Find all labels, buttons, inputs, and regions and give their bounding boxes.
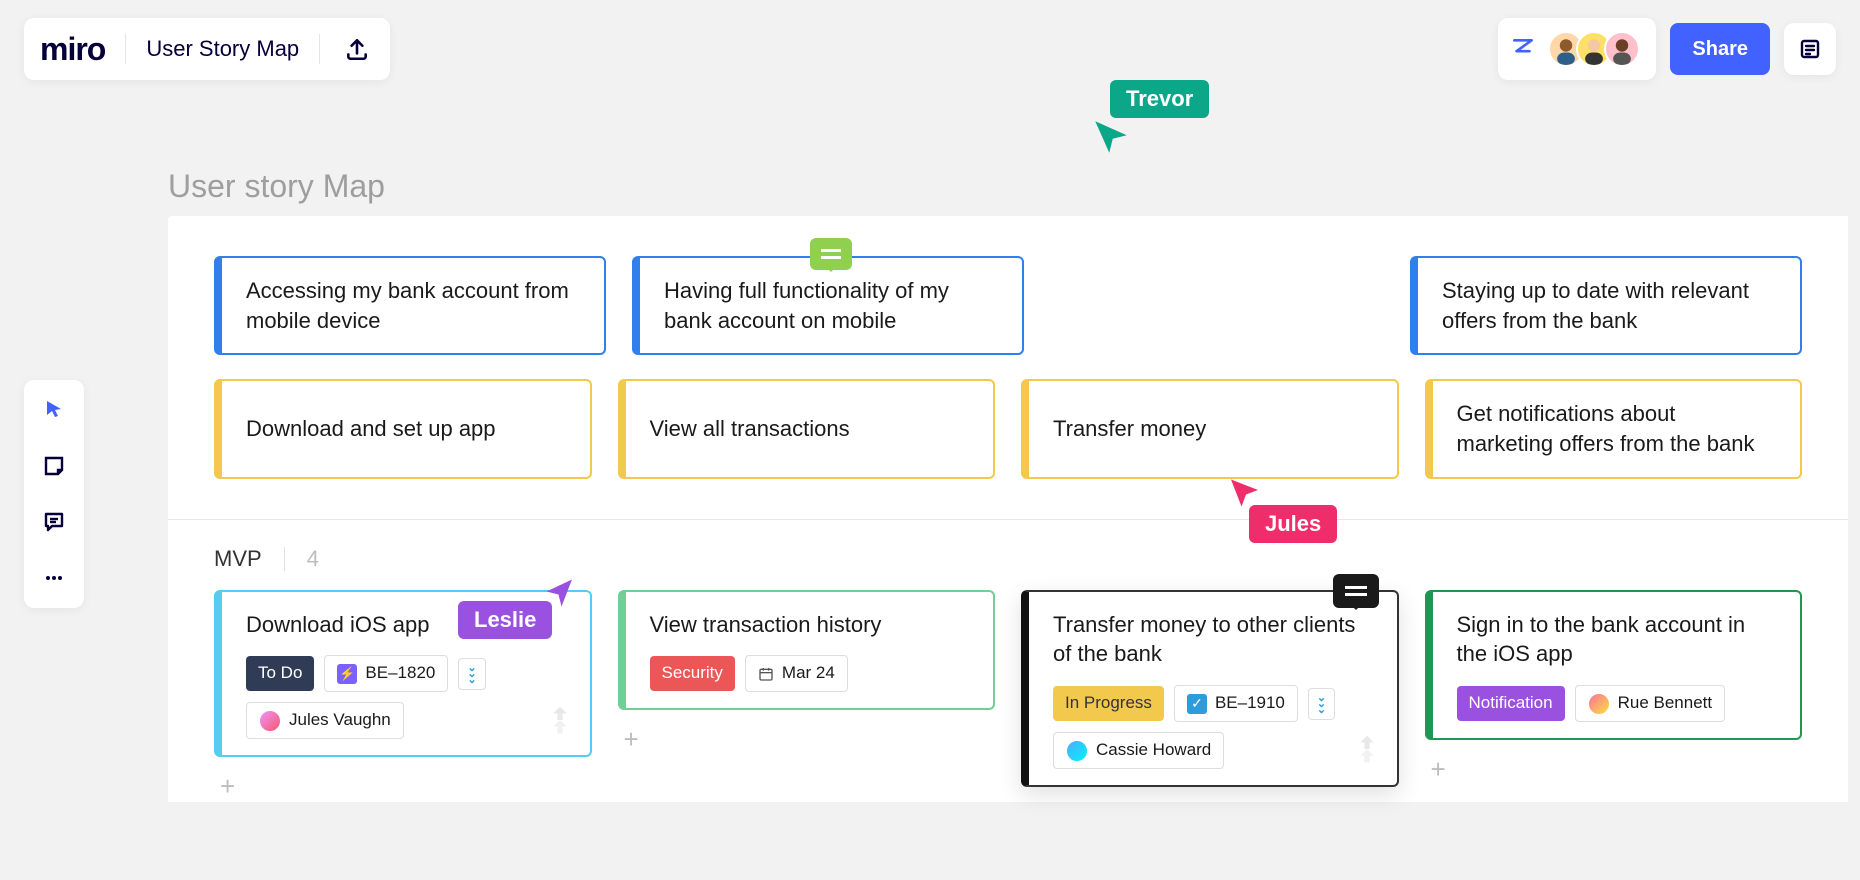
step-card[interactable]: View all transactions	[618, 379, 996, 478]
more-tools[interactable]	[38, 562, 70, 594]
bolt-icon: ⚡	[337, 664, 357, 684]
panel-icon	[1798, 37, 1822, 61]
board-title[interactable]: User Story Map	[146, 36, 299, 62]
export-button[interactable]	[340, 32, 374, 66]
facilitation-icon[interactable]	[1510, 36, 1536, 62]
add-card-button[interactable]: +	[1425, 740, 1803, 785]
collaborator-cursor-trevor: Trevor	[1110, 80, 1209, 158]
add-card-button[interactable]: +	[618, 710, 996, 755]
date-chip[interactable]: Mar 24	[745, 655, 848, 692]
collaborator-cursor-jules: Jules	[1225, 475, 1337, 543]
task-title: View transaction history	[650, 610, 970, 640]
miro-logo: miro	[40, 31, 105, 68]
card-text: Having full functionality of my bank acc…	[664, 278, 949, 333]
assignee-chip[interactable]: Jules Vaughn	[246, 702, 404, 739]
tag-chip[interactable]: Security	[650, 656, 735, 691]
select-tool[interactable]	[38, 394, 70, 426]
task-card[interactable]: Sign in to the bank account in the iOS a…	[1425, 590, 1803, 740]
jira-icon	[1351, 733, 1383, 773]
avatar-icon	[259, 710, 281, 732]
empty-cell	[1050, 256, 1384, 355]
ticket-chip[interactable]: ✓BE–1910	[1174, 685, 1298, 722]
task-card[interactable]: View transaction history Security Mar 24	[618, 590, 996, 711]
chevron-down-icon: ⌄⌄⌄	[467, 665, 476, 683]
divider	[319, 34, 320, 64]
assignee-chip[interactable]: Rue Bennett	[1575, 685, 1726, 722]
activity-panel-button[interactable]	[1784, 23, 1836, 75]
priority-chip[interactable]: ⌄⌄⌄	[458, 658, 485, 690]
sticky-note-tool[interactable]	[38, 450, 70, 482]
comment-badge[interactable]	[1333, 574, 1379, 608]
add-card-button[interactable]: +	[214, 757, 592, 802]
release-name: MVP	[214, 546, 262, 572]
avatar-icon	[1588, 693, 1610, 715]
status-chip[interactable]: In Progress	[1053, 686, 1164, 721]
collaborators-box	[1498, 18, 1656, 80]
avatar-icon	[1066, 740, 1088, 762]
cursor-name-tag: Jules	[1249, 505, 1337, 543]
jira-icon	[544, 704, 576, 744]
comment-tool[interactable]	[38, 506, 70, 538]
release-count: 4	[307, 546, 319, 572]
tasks-row: Download iOS app To Do ⚡BE–1820 ⌄⌄⌄ Jule…	[168, 580, 1848, 803]
calendar-icon	[758, 666, 774, 682]
activity-card[interactable]: Staying up to date with relevant offers …	[1410, 256, 1802, 355]
comment-badge[interactable]	[810, 238, 852, 270]
board-header: miro User Story Map	[24, 18, 390, 80]
task-title: Sign in to the bank account in the iOS a…	[1457, 610, 1777, 669]
cursor-name-tag: Leslie	[458, 601, 552, 639]
tag-chip[interactable]: Notification	[1457, 686, 1565, 721]
more-icon	[42, 566, 66, 590]
divider	[125, 34, 126, 64]
task-title: Transfer money to other clients of the b…	[1053, 610, 1373, 669]
story-map-frame[interactable]: Accessing my bank account from mobile de…	[168, 216, 1848, 802]
collaborator-avatars[interactable]	[1548, 31, 1640, 67]
ticket-chip[interactable]: ⚡BE–1820	[324, 655, 448, 692]
check-icon: ✓	[1187, 694, 1207, 714]
frame-title[interactable]: User story Map	[168, 168, 385, 205]
left-toolbar	[24, 380, 84, 608]
divider	[284, 547, 285, 571]
steps-row: Download and set up app View all transac…	[168, 355, 1848, 518]
activity-card[interactable]: Having full functionality of my bank acc…	[632, 256, 1024, 355]
top-right-controls: Share	[1498, 18, 1836, 80]
avatar[interactable]	[1604, 31, 1640, 67]
assignee-chip[interactable]: Cassie Howard	[1053, 732, 1224, 769]
priority-chip[interactable]: ⌄⌄⌄	[1308, 688, 1335, 720]
activity-card[interactable]: Accessing my bank account from mobile de…	[214, 256, 606, 355]
cursor-name-tag: Trevor	[1110, 80, 1209, 118]
cursor-pointer-icon	[1090, 116, 1132, 158]
comment-icon	[42, 510, 66, 534]
task-card[interactable]: Transfer money to other clients of the b…	[1021, 590, 1399, 787]
step-card[interactable]: Transfer money	[1021, 379, 1399, 478]
upload-icon	[344, 36, 370, 62]
chevron-down-icon: ⌄⌄⌄	[1317, 695, 1326, 713]
step-card[interactable]: Get notifications about marketing offers…	[1425, 379, 1803, 478]
sticky-note-icon	[42, 454, 66, 478]
step-card[interactable]: Download and set up app	[214, 379, 592, 478]
release-header[interactable]: MVP 4	[168, 520, 1848, 580]
status-chip[interactable]: To Do	[246, 656, 314, 691]
activities-row: Accessing my bank account from mobile de…	[168, 216, 1848, 355]
share-button[interactable]: Share	[1670, 23, 1770, 75]
cursor-icon	[42, 398, 66, 422]
collaborator-cursor-leslie: Leslie	[458, 575, 578, 639]
